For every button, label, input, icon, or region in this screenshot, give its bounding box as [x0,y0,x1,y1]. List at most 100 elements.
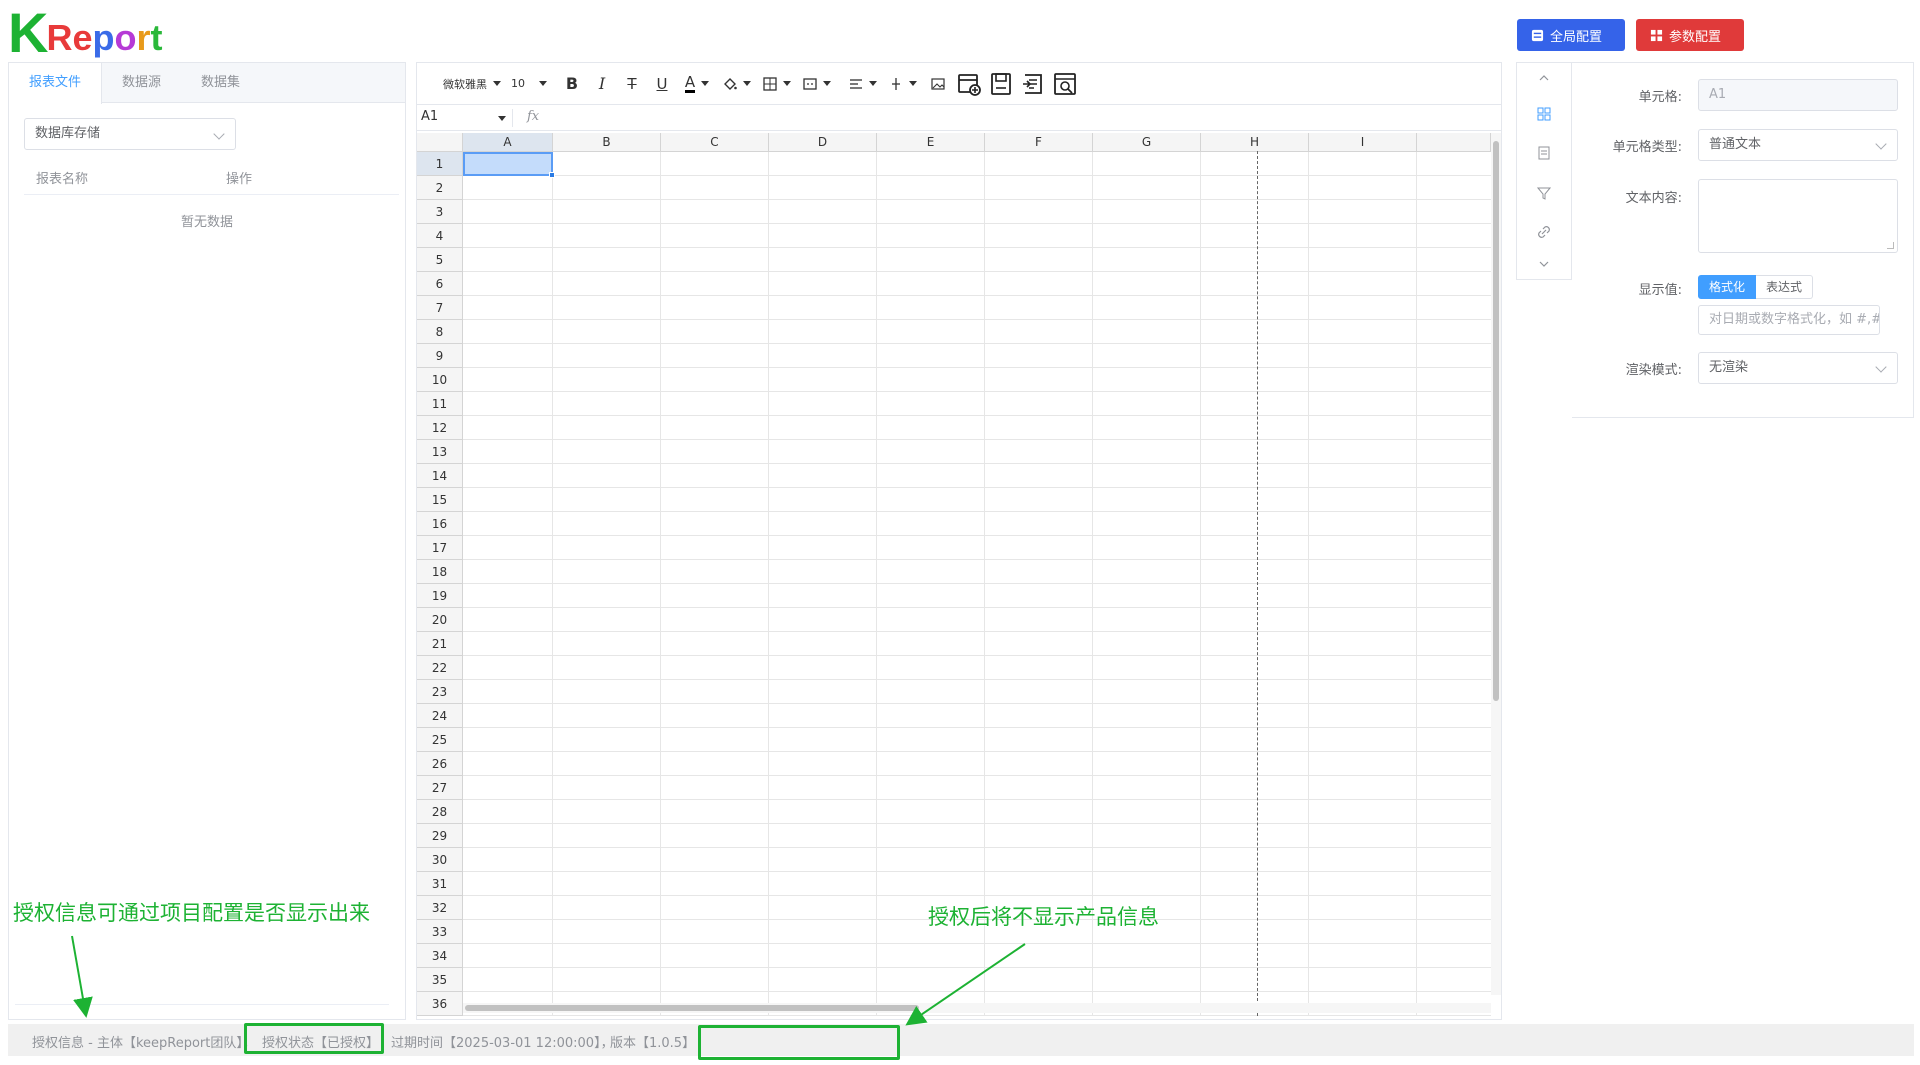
row-header[interactable]: 23 [417,680,463,704]
vertical-scrollbar[interactable] [1491,133,1501,995]
import-button[interactable] [1017,70,1049,98]
new-report-button[interactable] [953,70,985,98]
vertical-align-button[interactable] [883,70,923,98]
row-header[interactable]: 34 [417,944,463,968]
align-button[interactable] [843,70,883,98]
row-header[interactable]: 16 [417,512,463,536]
italic-button[interactable]: I [587,70,617,98]
row-header[interactable]: 12 [417,416,463,440]
row-header[interactable]: 2 [417,176,463,200]
row-header[interactable]: 6 [417,272,463,296]
column-header[interactable]: E [877,133,985,152]
grid-line [463,847,1491,848]
tab-data-sources[interactable]: 数据源 [102,63,181,103]
row-header[interactable]: 7 [417,296,463,320]
row-header[interactable]: 29 [417,824,463,848]
format-mode-button[interactable]: 格式化 [1698,275,1757,299]
horizontal-scrollbar[interactable] [463,1003,1491,1013]
font-color-icon: A [684,72,696,93]
font-color-button[interactable]: A [677,70,717,98]
document-icon[interactable] [1535,144,1553,162]
border-button[interactable] [757,70,797,98]
column-header[interactable]: I [1309,133,1417,152]
strikethrough-button[interactable]: T [617,70,647,98]
bold-button[interactable]: B [557,70,587,98]
tab-datasets[interactable]: 数据集 [181,63,260,103]
save-button[interactable] [985,70,1017,98]
chevron-up-icon[interactable] [1535,69,1553,87]
cell-field: A1 [1698,79,1898,111]
row-header[interactable]: 35 [417,968,463,992]
row-header[interactable]: 11 [417,392,463,416]
tab-report-files[interactable]: 报表文件 [9,63,103,104]
font-size-select[interactable]: 10 [507,70,557,98]
grid-line [552,152,553,1016]
fill-color-button[interactable] [717,70,757,98]
merge-cells-button[interactable] [797,70,837,98]
logo-letter: e [72,17,93,58]
app-logo: K Report [8,5,163,61]
column-header[interactable]: A [463,133,553,152]
column-header[interactable]: C [661,133,769,152]
param-config-button[interactable]: 参数配置 [1636,19,1744,51]
row-header[interactable]: 26 [417,752,463,776]
row-header[interactable]: 10 [417,368,463,392]
row-header[interactable]: 32 [417,896,463,920]
row-header[interactable]: 20 [417,608,463,632]
row-header[interactable]: 18 [417,560,463,584]
row-header[interactable]: 5 [417,248,463,272]
cell-properties-icon[interactable] [1535,105,1553,123]
underline-button[interactable]: U [647,70,677,98]
row-header[interactable]: 8 [417,320,463,344]
format-input[interactable]: 对日期或数字格式化，如 #,##0.00 [1698,305,1880,335]
font-family-select[interactable]: 微软雅黑 [441,70,507,98]
link-icon[interactable] [1535,223,1553,241]
global-config-button[interactable]: 全局配置 [1517,19,1625,51]
grid-line [463,1015,1491,1016]
horizontal-scroll-thumb[interactable] [465,1005,919,1011]
row-header[interactable]: 14 [417,464,463,488]
vertical-scroll-thumb[interactable] [1493,141,1499,701]
row-header[interactable]: 31 [417,872,463,896]
row-header[interactable]: 4 [417,224,463,248]
row-header[interactable]: 15 [417,488,463,512]
render-mode-select[interactable]: 无渲染 [1698,352,1898,384]
row-header[interactable]: 33 [417,920,463,944]
row-header[interactable]: 36 [417,992,463,1016]
sheet-grid[interactable]: A B C D E F G H I 1 2 3 4 5 6 7 8 9 10 11 12 13 14 15 16 17 18 19 20… [417,133,1497,1016]
cell-reference-box[interactable]: A1 [421,109,513,127]
fill-handle[interactable] [549,172,555,178]
column-header[interactable]: D [769,133,877,152]
column-header[interactable]: B [553,133,661,152]
row-header[interactable]: 28 [417,800,463,824]
insert-image-button[interactable] [923,70,953,98]
vertical-align-icon [892,77,900,90]
row-header[interactable]: 24 [417,704,463,728]
row-header[interactable]: 1 [417,152,463,176]
text-content-input[interactable] [1698,179,1898,253]
row-header[interactable]: 9 [417,344,463,368]
column-header[interactable]: F [985,133,1093,152]
column-header[interactable]: G [1093,133,1201,152]
row-header[interactable]: 19 [417,584,463,608]
filter-icon[interactable] [1535,184,1553,202]
storage-select[interactable]: 数据库存储 [24,118,236,150]
row-header[interactable]: 13 [417,440,463,464]
row-header[interactable]: 3 [417,200,463,224]
grid-corner[interactable] [417,133,463,152]
row-header[interactable]: 25 [417,728,463,752]
cell-type-select[interactable]: 普通文本 [1698,129,1898,161]
preview-button[interactable] [1049,70,1081,98]
expression-mode-button[interactable]: 表达式 [1756,275,1814,299]
row-header[interactable]: 22 [417,656,463,680]
row-header[interactable]: 30 [417,848,463,872]
column-header[interactable]: H [1201,133,1309,152]
chevron-down-icon[interactable] [1535,255,1553,273]
param-config-label: 参数配置 [1669,29,1722,45]
row-header[interactable]: 27 [417,776,463,800]
caret-down-icon [743,81,751,86]
grid-line [463,535,1491,536]
row-header[interactable]: 21 [417,632,463,656]
row-header[interactable]: 17 [417,536,463,560]
selected-cell[interactable] [463,152,553,176]
